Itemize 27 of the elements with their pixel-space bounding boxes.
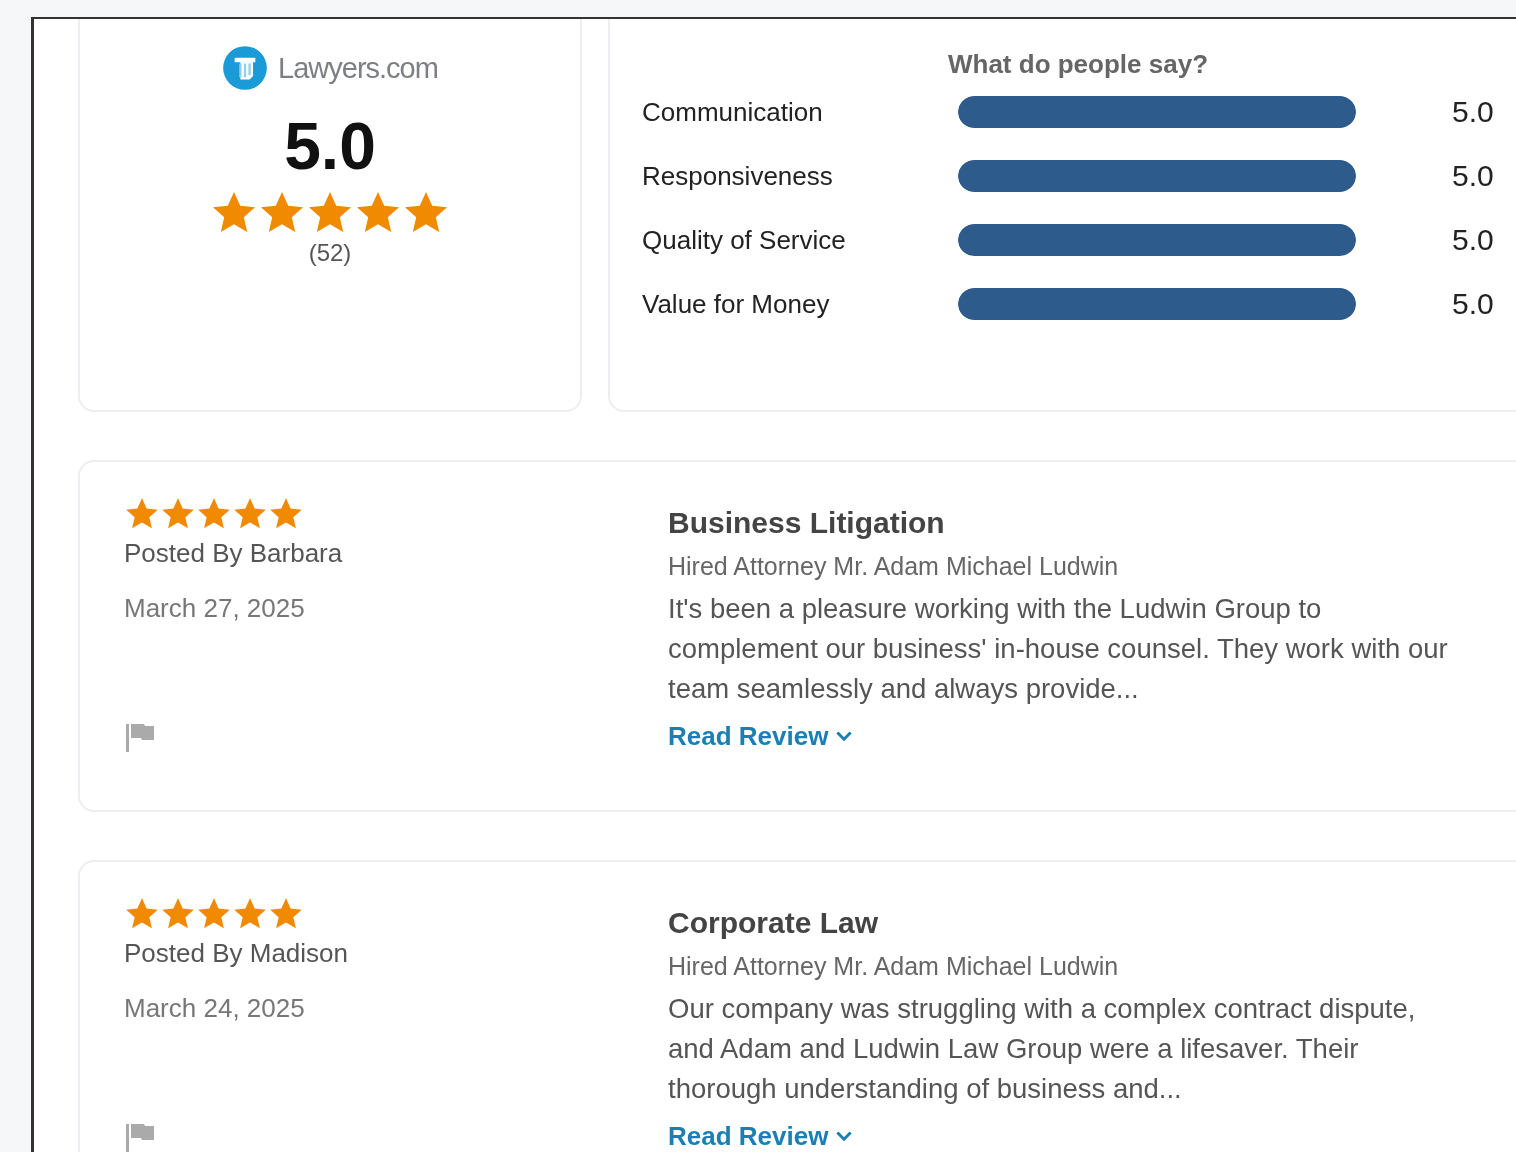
rating-value: 5.0 <box>1452 95 1494 129</box>
review-title: Business Litigation <box>668 506 946 540</box>
rating-label: Communication <box>642 96 824 128</box>
review-author: Posted By Barbara <box>124 538 344 569</box>
rating-value: 5.0 <box>1452 223 1494 257</box>
review-date: March 27, 2025 <box>124 593 306 624</box>
read-review-link[interactable]: Read Review <box>668 721 853 752</box>
review-count: (52) <box>308 239 352 267</box>
rating-label: Value for Money <box>642 288 831 320</box>
logo-text: Lawyers.com <box>278 51 438 85</box>
pillar-logo-icon <box>222 45 269 91</box>
rating-label: Responsiveness <box>642 160 834 192</box>
review-title: Corporate Law <box>668 906 880 940</box>
rating-label: Quality of Service <box>642 224 847 256</box>
hired-attorney: Hired Attorney Mr. Adam Michael Ludwin <box>668 952 1120 981</box>
review-date: March 24, 2025 <box>124 993 306 1024</box>
chevron-down-icon <box>836 1131 853 1142</box>
review-text: Our company was struggling with a complex contract dispute, and Adam and Ludwin Law Group were a lifesaver. Their thorough understanding of business and... <box>668 992 1417 1106</box>
ratings-title: What do people say? <box>947 49 1209 80</box>
rating-value: 5.0 <box>1452 287 1494 321</box>
review-text: It's been a pleasure working with the Ludwin Group to complement our business' in-house counsel. They work with our team seamlessly and always provide... <box>668 592 1449 706</box>
review-author: Posted By Madison <box>124 938 349 969</box>
chevron-down-icon <box>836 731 853 742</box>
rating-value: 5.0 <box>1452 159 1494 193</box>
overall-score: 5.0 <box>284 113 376 179</box>
hired-attorney: Hired Attorney Mr. Adam Michael Ludwin <box>668 552 1120 581</box>
read-review-link[interactable]: Read Review <box>668 1121 853 1152</box>
